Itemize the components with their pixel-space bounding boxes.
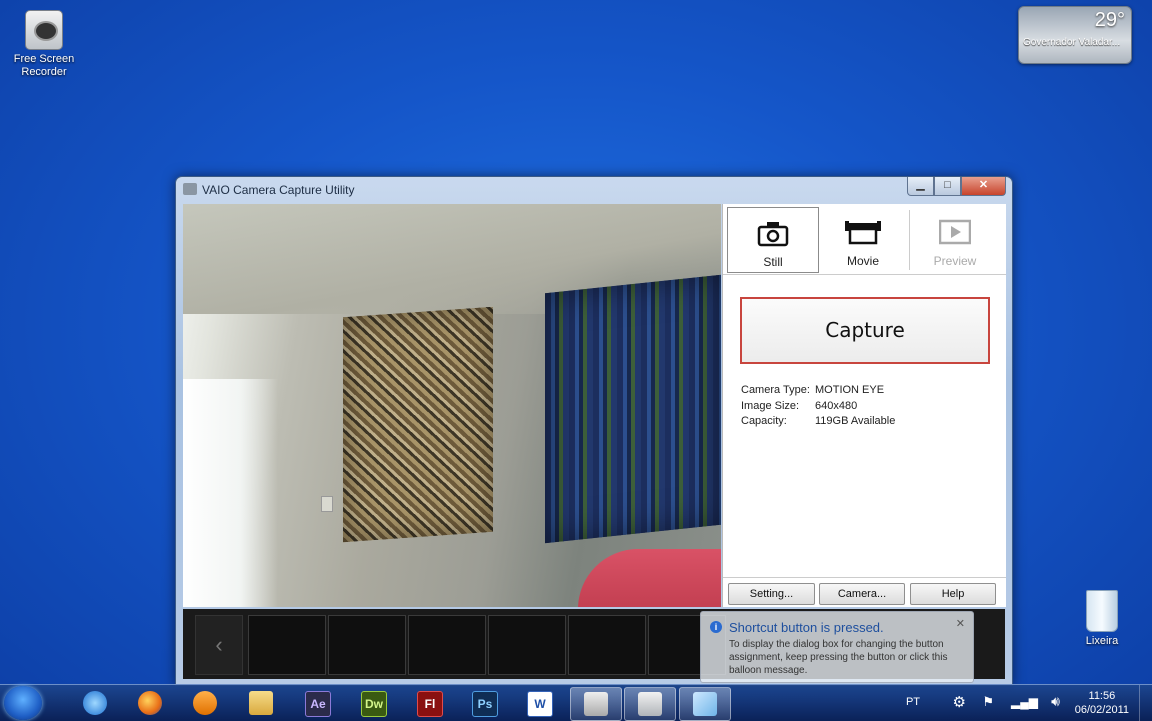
firefox-icon: [138, 691, 162, 715]
camera-type-value: MOTION EYE: [815, 384, 885, 396]
painting-mosaic: [343, 306, 493, 543]
image-size-value: 640x480: [815, 399, 858, 412]
red-chair: [578, 549, 721, 607]
close-icon: ✕: [978, 179, 989, 191]
window-light: [183, 379, 278, 607]
taskbar-flash[interactable]: Fl: [404, 687, 454, 719]
maximize-icon: □: [944, 179, 951, 191]
capture-button[interactable]: Capture: [740, 297, 990, 364]
camera-button[interactable]: Camera...: [819, 583, 905, 605]
mode-label: Still: [763, 255, 783, 269]
weather-location: Governador Valadar...: [1023, 37, 1121, 48]
mode-still-button[interactable]: Still: [727, 207, 819, 273]
show-desktop-button[interactable]: [1139, 685, 1152, 721]
screen-recorder-icon: [638, 692, 662, 716]
clock-time: 11:56: [1088, 690, 1116, 702]
setting-button[interactable]: Setting...: [728, 583, 815, 605]
photoshop-icon: Ps: [472, 691, 498, 717]
camera-type-label: Camera Type:: [741, 384, 810, 396]
image-size-label: Image Size:: [741, 399, 800, 412]
taskbar-internet-explorer[interactable]: [70, 687, 120, 719]
taskbar-firefox[interactable]: [125, 687, 175, 719]
taskbar-photoshop[interactable]: Ps: [459, 687, 509, 719]
mode-label: Movie: [846, 254, 879, 268]
vaio-camera-window[interactable]: VAIO Camera Capture Utility ▁ □ ✕ Still: [175, 176, 1013, 686]
flash-icon: Fl: [417, 691, 443, 717]
capacity-label: Capacity:: [741, 415, 787, 427]
media-player-icon: [193, 691, 217, 715]
notepad-icon: [693, 692, 717, 716]
flag-icon[interactable]: ⚑: [982, 694, 994, 710]
clock[interactable]: 11:56 06/02/2011: [1075, 689, 1129, 717]
network-icon[interactable]: ▂▄▆: [1011, 695, 1038, 709]
panel-bottom-separator: [723, 577, 1006, 578]
taskbar-free-screen-recorder[interactable]: [624, 687, 676, 721]
balloon-title: Shortcut button is pressed.: [729, 620, 884, 635]
taskbar-notepad[interactable]: [679, 687, 731, 721]
dreamweaver-icon: Dw: [361, 691, 387, 717]
taskbar-media-player[interactable]: [180, 687, 230, 719]
window-title: VAIO Camera Capture Utility: [202, 183, 355, 197]
desktop-icon-recycle-bin[interactable]: Lixeira: [1062, 590, 1142, 648]
taskbar-dreamweaver[interactable]: Dw: [348, 687, 398, 719]
minimize-button[interactable]: ▁: [907, 177, 934, 196]
camera-preview: [183, 204, 721, 607]
info-icon: i: [710, 621, 722, 633]
folder-icon: [249, 691, 273, 715]
help-button[interactable]: Help: [910, 583, 996, 605]
volume-icon[interactable]: 🔊︎: [1051, 693, 1060, 710]
internet-explorer-icon: [83, 691, 107, 715]
desktop-icon-free-screen-recorder[interactable]: Free Screen Recorder: [4, 10, 84, 79]
wall-switch: [321, 496, 333, 512]
thumbnail-slot[interactable]: [568, 615, 646, 675]
balloon-close-button[interactable]: ✕: [956, 617, 965, 630]
after-effects-icon: Ae: [305, 691, 331, 717]
maximize-button[interactable]: □: [934, 177, 961, 196]
close-icon: ✕: [955, 618, 965, 630]
screen-recorder-icon: [25, 10, 63, 50]
app-camera-icon: [183, 183, 197, 195]
camera-info: Camera Type: MOTION EYE Image Size: 640x…: [741, 383, 895, 430]
capacity-value: 119GB Available: [815, 415, 896, 427]
word-icon: W: [527, 691, 553, 717]
camera-icon: [757, 222, 789, 247]
mode-bar-separator: [723, 274, 1006, 275]
start-button[interactable]: [4, 686, 42, 720]
taskbar-vaio-camera[interactable]: [570, 687, 622, 721]
thumbnail-slot[interactable]: [408, 615, 486, 675]
minimize-icon: ▁: [916, 179, 925, 191]
mode-movie-button[interactable]: Movie: [818, 207, 908, 271]
control-panel: Still Movie Preview Capture Camera Type:: [722, 204, 1006, 607]
weather-temperature: 29°: [1094, 9, 1125, 31]
thumbnail-slot[interactable]: [328, 615, 406, 675]
chevron-left-icon: ‹: [215, 632, 223, 657]
taskbar-windows-explorer[interactable]: [236, 687, 286, 719]
thumbnail-prev-button[interactable]: ‹: [195, 615, 243, 675]
thumbnail-slot[interactable]: [488, 615, 566, 675]
mode-label: Preview: [933, 254, 977, 268]
weather-gadget[interactable]: 29° Governador Valadar...: [1018, 6, 1132, 64]
desktop-icon-label: Lixeira: [1085, 635, 1119, 647]
mode-preview-button[interactable]: Preview: [910, 207, 1000, 271]
painting-bookshelf: [545, 274, 721, 544]
desktop-icon-label: Free Screen Recorder: [13, 53, 75, 78]
thumbnail-slot[interactable]: [248, 615, 326, 675]
recycle-bin-icon: [1086, 590, 1118, 632]
language-indicator[interactable]: PT: [906, 696, 920, 708]
camera-icon: [584, 692, 608, 716]
balloon-message: To display the dialog box for changing t…: [729, 639, 948, 676]
notification-balloon[interactable]: i Shortcut button is pressed. ✕ To displ…: [700, 611, 974, 683]
taskbar: Ae Dw Fl Ps W PT ⚙ ⚑ ▂▄▆ 🔊︎ 11:56 06/02/…: [0, 684, 1152, 721]
movie-camera-icon: [845, 221, 881, 245]
close-button[interactable]: ✕: [961, 177, 1006, 196]
taskbar-after-effects[interactable]: Ae: [292, 687, 342, 719]
title-bar[interactable]: VAIO Camera Capture Utility ▁ □ ✕: [176, 177, 1012, 203]
gear-icon[interactable]: ⚙: [953, 693, 966, 711]
play-icon: [939, 219, 971, 245]
clock-date: 06/02/2011: [1074, 704, 1129, 716]
taskbar-word[interactable]: W: [514, 687, 564, 719]
